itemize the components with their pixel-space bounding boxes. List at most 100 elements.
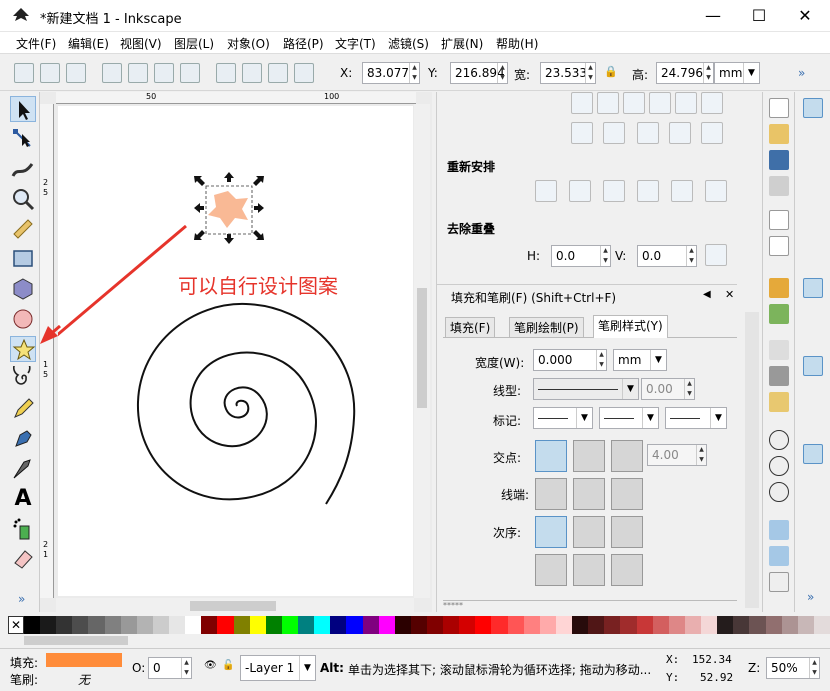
palette-swatch[interactable]: [459, 616, 477, 634]
snap-bbox-center-icon[interactable]: [803, 240, 823, 260]
zoom-page-icon[interactable]: [769, 482, 789, 502]
unclump-icon[interactable]: [705, 180, 727, 202]
menu-text[interactable]: 文字(T): [335, 35, 376, 52]
x-input[interactable]: 83.077 ▲ ▼: [362, 62, 420, 84]
snap-paths-icon[interactable]: [803, 304, 823, 324]
menu-object[interactable]: 对象(O): [227, 35, 270, 52]
palette-swatch[interactable]: [443, 616, 461, 634]
opacity-input[interactable]: 0 ▲ ▼: [148, 657, 192, 679]
select-all-layers-icon[interactable]: [40, 63, 60, 83]
palette-swatch[interactable]: [330, 616, 348, 634]
palette-swatch[interactable]: [668, 616, 686, 634]
dialog-close-icon[interactable]: ✕: [725, 288, 734, 301]
palette-swatch[interactable]: [185, 616, 203, 634]
tab-stroke-style[interactable]: 笔刷样式(Y): [593, 315, 668, 338]
calligraphy-tool-icon[interactable]: [10, 456, 36, 482]
undo-icon[interactable]: [769, 278, 789, 298]
palette-swatch[interactable]: [604, 616, 622, 634]
palette-swatch[interactable]: [104, 616, 122, 634]
toolbox-overflow-button[interactable]: »: [18, 592, 25, 606]
dash-offset-input[interactable]: 0.00 ▲ ▼: [641, 378, 695, 400]
rotate-ccw-icon[interactable]: [102, 63, 122, 83]
exchange-order-icon[interactable]: [603, 180, 625, 202]
paint-order-toggle[interactable]: [611, 554, 643, 586]
stroke-unit-select[interactable]: mm ▼: [613, 349, 667, 371]
palette-scrollbar[interactable]: [8, 634, 830, 646]
redo-icon[interactable]: [769, 304, 789, 324]
snap-text-baseline-icon[interactable]: [803, 522, 823, 542]
palette-swatch[interactable]: [201, 616, 219, 634]
dialog-menu-icon[interactable]: ◀: [703, 289, 711, 300]
menu-extensions[interactable]: 扩展(N): [441, 35, 483, 52]
spray-tool-icon[interactable]: [10, 516, 36, 542]
palette-swatch[interactable]: [749, 616, 767, 634]
cut-icon[interactable]: [769, 366, 789, 386]
distribute-icon[interactable]: [669, 122, 691, 144]
menu-filters[interactable]: 滤镜(S): [388, 35, 429, 52]
eraser-tool-icon[interactable]: [10, 546, 36, 572]
tweak-tool-icon[interactable]: [10, 156, 36, 182]
vertical-ruler[interactable]: 2 5 1 5 2 1: [40, 104, 54, 598]
palette-swatch[interactable]: [169, 616, 187, 634]
palette-swatch[interactable]: [120, 616, 138, 634]
distribute-icon[interactable]: [603, 122, 625, 144]
dock-scrollbar[interactable]: [745, 312, 759, 608]
palette-swatch[interactable]: [362, 616, 380, 634]
maximize-button[interactable]: ☐: [736, 0, 782, 32]
lock-ratio-icon[interactable]: 🔒: [604, 65, 618, 78]
palette-swatch[interactable]: [298, 616, 316, 634]
palette-swatch[interactable]: [378, 616, 396, 634]
layer-select[interactable]: -Layer 1 ▼: [240, 655, 316, 681]
palette-swatch[interactable]: [507, 616, 525, 634]
snap-smooth-icon[interactable]: [803, 382, 823, 402]
join-miter-toggle[interactable]: [535, 440, 567, 472]
cap-square-toggle[interactable]: [611, 478, 643, 510]
paint-order-toggle[interactable]: [535, 516, 567, 548]
palette-swatch[interactable]: [265, 616, 283, 634]
3d-box-tool-icon[interactable]: [10, 276, 36, 302]
distribute-icon[interactable]: [637, 122, 659, 144]
export-icon[interactable]: [769, 236, 789, 256]
snap-rotation-center-icon[interactable]: [803, 496, 823, 516]
paint-order-toggle[interactable]: [573, 554, 605, 586]
palette-swatch[interactable]: [88, 616, 106, 634]
zoom-input[interactable]: 50% ▲ ▼: [766, 657, 820, 679]
select-all-icon[interactable]: [14, 63, 34, 83]
close-button[interactable]: ✕: [782, 0, 828, 32]
palette-swatch[interactable]: [765, 616, 783, 634]
palette-swatch[interactable]: [797, 616, 815, 634]
menu-path[interactable]: 路径(P): [283, 35, 324, 52]
palette-swatch[interactable]: [652, 616, 670, 634]
mid-marker-select[interactable]: ▼: [599, 407, 659, 429]
save-icon[interactable]: [769, 150, 789, 170]
palette-scroll-thumb[interactable]: [24, 636, 128, 645]
copy-icon[interactable]: [769, 340, 789, 360]
palette-swatch[interactable]: [217, 616, 235, 634]
palette-swatch[interactable]: [588, 616, 606, 634]
node-tool-icon[interactable]: [10, 126, 36, 152]
star-tool-icon[interactable]: [10, 336, 36, 362]
palette-swatch[interactable]: [136, 616, 154, 634]
fill-indicator-swatch[interactable]: [46, 653, 122, 667]
menu-help[interactable]: 帮助(H): [496, 35, 538, 52]
stroke-width-input[interactable]: 0.000 ▲ ▼: [533, 349, 607, 371]
height-input[interactable]: 24.796 ▲ ▼: [656, 62, 714, 84]
layer-lock-icon[interactable]: 🔓: [222, 660, 234, 671]
measure-tool-icon[interactable]: [10, 216, 36, 242]
clone-icon[interactable]: [769, 546, 789, 566]
start-marker-select[interactable]: ▼: [533, 407, 593, 429]
rectangle-tool-icon[interactable]: [10, 246, 36, 272]
width-input[interactable]: 23.533 ▲ ▼: [540, 62, 596, 84]
y-input[interactable]: 216.894 ▲ ▼: [450, 62, 508, 84]
snap-bbox-corner-icon[interactable]: [803, 188, 823, 208]
snap-midpoint-icon[interactable]: [803, 408, 823, 428]
palette-swatch[interactable]: [24, 616, 41, 634]
minimize-button[interactable]: —: [690, 0, 736, 32]
menu-view[interactable]: 视图(V): [120, 35, 162, 52]
palette-swatch[interactable]: [684, 616, 702, 634]
paint-order-toggle[interactable]: [611, 516, 643, 548]
align-icon[interactable]: [701, 92, 723, 114]
lower-icon[interactable]: [268, 63, 288, 83]
menu-file[interactable]: 文件(F): [16, 35, 56, 52]
palette-swatch[interactable]: [410, 616, 428, 634]
